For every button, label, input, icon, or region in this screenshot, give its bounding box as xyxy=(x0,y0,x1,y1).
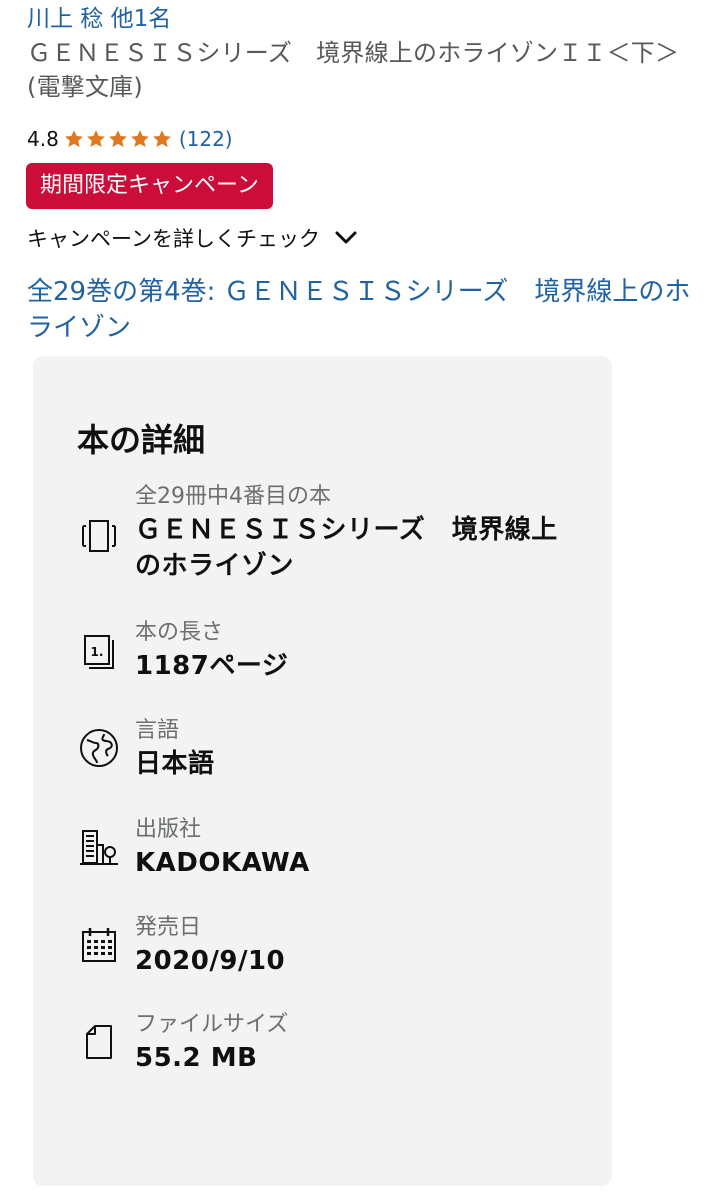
detail-value: ＧＥＮＥＳＩＳシリーズ 境界線上のホライゾン xyxy=(135,515,558,581)
book-details-heading: 本の詳細 xyxy=(77,421,206,459)
detail-value: KADOKAWA xyxy=(135,848,310,878)
limited-campaign-badge: 期間限定キャンペーン xyxy=(26,163,273,209)
star-icon xyxy=(152,130,171,147)
campaign-details-toggle[interactable]: キャンペーンを詳しくチェック xyxy=(27,222,358,254)
building-icon xyxy=(77,825,121,869)
star-icon xyxy=(86,130,105,147)
detail-label: 言語 xyxy=(135,718,180,743)
star-icon xyxy=(64,130,83,147)
book-details-card: 本の詳細 全29冊中4番目の本 ＧＥＮＥＳＩＳシリーズ 境界線上のホライゾン 1… xyxy=(33,356,612,1186)
detail-label: 本の長さ xyxy=(135,620,224,645)
file-icon xyxy=(77,1020,121,1064)
star-rating[interactable] xyxy=(63,128,173,150)
review-count-link[interactable]: (122) xyxy=(179,127,233,151)
page-count-icon: 1. xyxy=(77,628,121,672)
detail-label: 発売日 xyxy=(135,915,202,940)
chevron-down-icon xyxy=(335,231,357,244)
series-books-icon xyxy=(77,514,121,558)
rating-row[interactable]: 4.8 (122) xyxy=(27,124,233,154)
detail-label: ファイルサイズ xyxy=(135,1012,289,1037)
detail-label: 出版社 xyxy=(135,817,202,842)
detail-value: 55.2 MB xyxy=(135,1043,258,1073)
star-icon xyxy=(130,130,149,147)
calendar-icon xyxy=(77,923,121,967)
svg-text:1.: 1. xyxy=(91,645,104,659)
globe-icon xyxy=(77,726,121,770)
detail-value: 1187ページ xyxy=(135,651,289,681)
detail-value: 日本語 xyxy=(135,749,215,779)
series-link[interactable]: 全29巻の第4巻: ＧＥＮＥＳＩＳシリーズ 境界線上のホライゾン xyxy=(27,274,695,346)
detail-value: 2020/9/10 xyxy=(135,946,286,976)
campaign-details-label: キャンペーンを詳しくチェック xyxy=(27,227,320,251)
star-icon xyxy=(108,130,127,147)
book-title: ＧＥＮＥＳＩＳシリーズ 境界線上のホライゾンＩＩ＜下＞ (電撃文庫) xyxy=(27,39,680,101)
rating-value: 4.8 xyxy=(27,127,59,151)
detail-label: 全29冊中4番目の本 xyxy=(135,484,331,509)
author-link[interactable]: 川上 稔 他1名 xyxy=(27,4,171,34)
